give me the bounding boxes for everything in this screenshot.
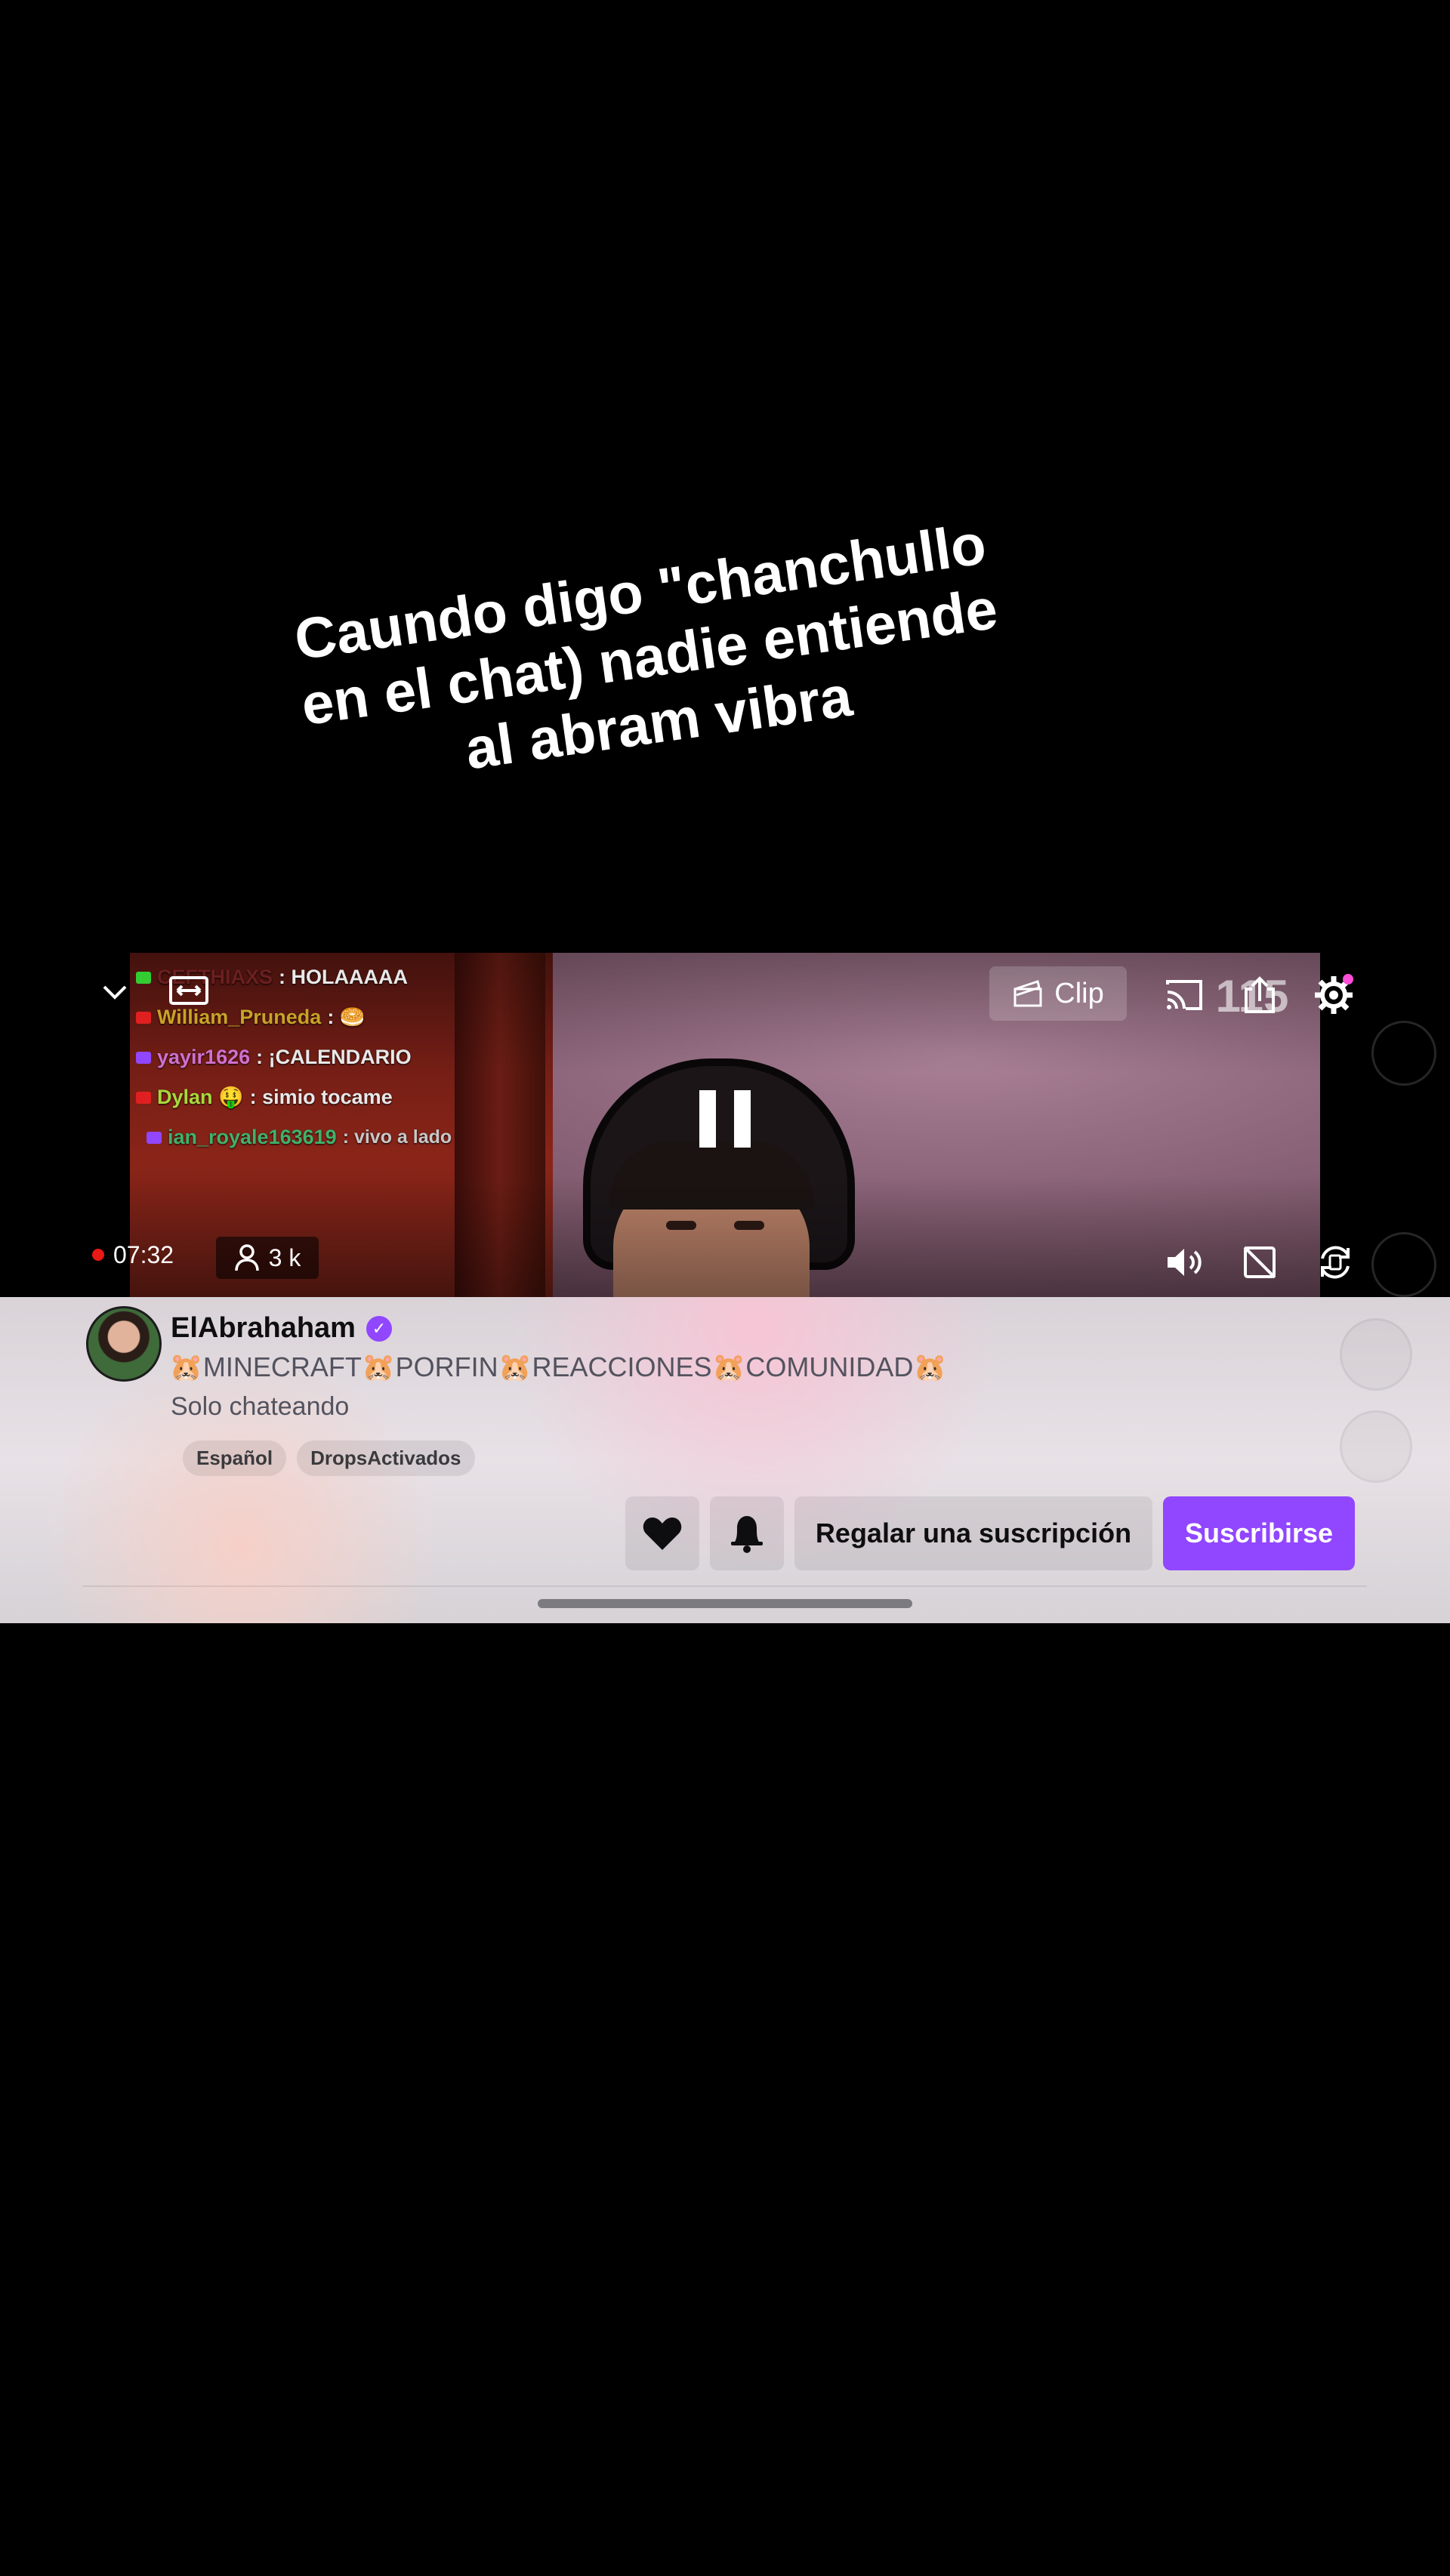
- expand-icon: [169, 976, 208, 1005]
- channel-info-panel: ElAbrahaham ✓ 🐹MINECRAFT🐹PORFIN🐹REACCION…: [0, 1297, 1450, 1623]
- faded-overlay-icon: [1340, 1410, 1412, 1483]
- chat-username: Dylan 🤑: [157, 1086, 244, 1108]
- rotate-button[interactable]: [1313, 1240, 1358, 1285]
- chat-text: : ¡CALENDARIO: [256, 1046, 412, 1068]
- screen-off-button[interactable]: [1237, 1240, 1282, 1285]
- share-button[interactable]: [1237, 972, 1282, 1018]
- volume-icon: [1168, 1249, 1202, 1276]
- twitch-icon: [147, 1131, 162, 1144]
- live-dot-icon: [92, 1249, 104, 1261]
- twitch-icon: [136, 1051, 151, 1064]
- video-player[interactable]: CEFTHIAXS : HOLAAAAA William_Pruneda : 🥯…: [0, 953, 1450, 1297]
- settings-button[interactable]: [1310, 971, 1358, 1019]
- chat-text: : vivo a lado: [342, 1126, 452, 1148]
- divider: [83, 1585, 1367, 1587]
- verified-icon: ✓: [366, 1315, 392, 1342]
- tag-list: Español DropsActivados: [183, 1441, 475, 1476]
- kick-icon: [136, 971, 151, 984]
- chat-message: yayir1626 : ¡CALENDARIO: [136, 1037, 452, 1077]
- circle-icon: [1371, 1232, 1436, 1297]
- faded-overlay-icon: [1340, 1318, 1412, 1391]
- gift-sub-button[interactable]: Regalar una suscripción: [794, 1496, 1152, 1570]
- action-bar: Regalar una suscripción Suscribirse: [625, 1496, 1355, 1570]
- notification-dot: [1343, 974, 1353, 984]
- clip-button[interactable]: Clip: [989, 966, 1127, 1021]
- clip-icon: [1013, 980, 1042, 1007]
- channel-name[interactable]: ElAbrahaham: [171, 1312, 356, 1345]
- tag-chip[interactable]: DropsActivados: [297, 1441, 475, 1476]
- chevron-down-icon: [103, 985, 127, 1000]
- share-icon: [1245, 976, 1275, 1013]
- stream-title: 🐹MINECRAFT🐹PORFIN🐹REACCIONES🐹COMUNIDAD🐹: [169, 1351, 948, 1382]
- volume-button[interactable]: [1162, 1240, 1207, 1285]
- viewer-count[interactable]: 3 k: [216, 1237, 319, 1279]
- subscribe-button[interactable]: Suscribirse: [1163, 1496, 1355, 1570]
- chat-text: : HOLAAAAA: [279, 966, 408, 988]
- youtube-icon: [136, 1091, 151, 1104]
- video-caption: Caundo digo "chanchullo en el chat) nadi…: [262, 507, 1038, 809]
- cast-button[interactable]: [1162, 972, 1207, 1018]
- chat-text: : 🥯: [327, 1006, 366, 1028]
- elapsed-time: 07:32: [113, 1240, 174, 1268]
- pause-icon: [699, 1090, 751, 1148]
- youtube-icon: [136, 1011, 151, 1024]
- screen-off-icon: [1243, 1246, 1276, 1279]
- avatar[interactable]: [86, 1306, 162, 1382]
- star-icon: [1371, 1021, 1436, 1086]
- cast-icon: [1166, 980, 1202, 1010]
- chat-message: Dylan 🤑 : simio tocame: [136, 1077, 452, 1117]
- chat-message: ian_royale163619 : vivo a lado: [136, 1117, 452, 1157]
- rotate-icon: [1321, 1246, 1350, 1279]
- notifications-button[interactable]: [710, 1496, 784, 1570]
- stream-category[interactable]: Solo chateando: [171, 1392, 349, 1422]
- heart-icon: [643, 1518, 682, 1550]
- bell-icon: [731, 1516, 763, 1553]
- clip-label: Clip: [1054, 977, 1104, 1009]
- home-indicator[interactable]: [538, 1599, 912, 1608]
- chat-username: yayir1626: [157, 1046, 251, 1068]
- chat-text: : simio tocame: [249, 1086, 393, 1108]
- expand-button[interactable]: [168, 969, 210, 1012]
- live-timer: 07:32: [92, 1234, 174, 1276]
- channel-name-row[interactable]: ElAbrahaham ✓: [171, 1312, 392, 1345]
- chat-username: ian_royale163619: [168, 1126, 337, 1148]
- user-icon: [234, 1244, 259, 1271]
- follow-button[interactable]: [625, 1496, 699, 1570]
- pause-button[interactable]: [695, 1089, 755, 1149]
- tag-chip[interactable]: Español: [183, 1441, 287, 1476]
- minimize-button[interactable]: [97, 971, 133, 1013]
- viewer-count-label: 3 k: [268, 1243, 301, 1271]
